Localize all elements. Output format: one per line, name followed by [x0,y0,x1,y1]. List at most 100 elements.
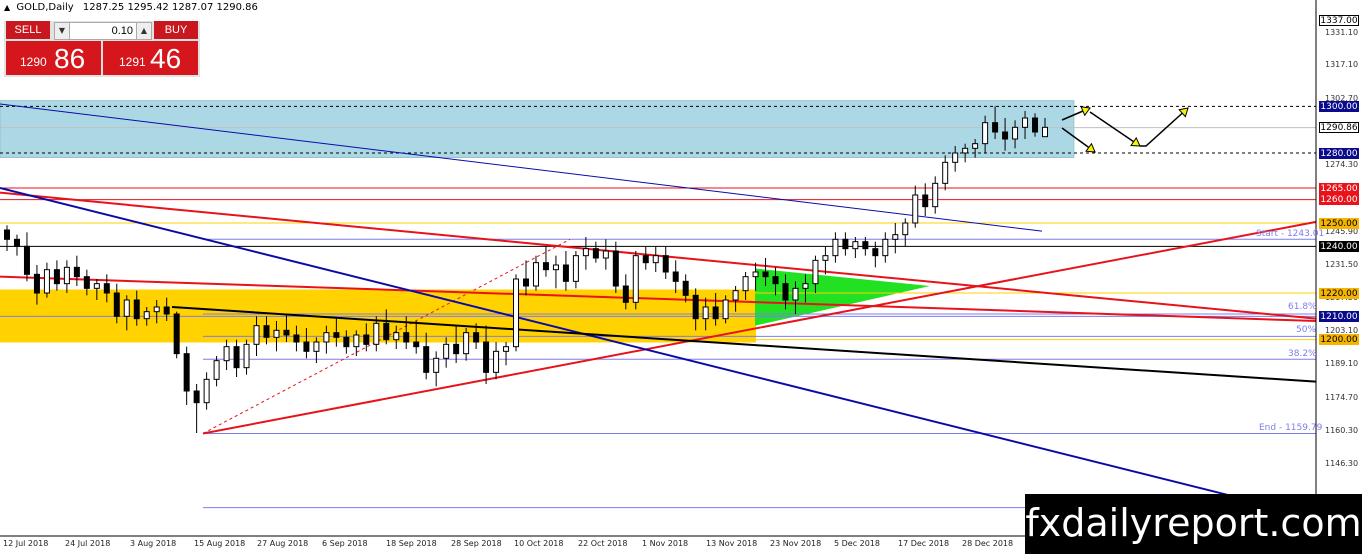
one-click-trading-panel: SELL ▼ 0.10 ▲ BUY 1290 86 1291 46 [4,21,200,77]
candle-body-bearish [53,269,60,285]
price-tag: 1290.86 [1319,122,1359,134]
candle-body-bullish [792,287,799,301]
buy-price-prefix: 1291 [119,55,146,69]
candle-body-bullish [652,255,659,264]
candle-body-bearish [83,276,90,289]
sell-price-prefix: 1290 [20,55,47,69]
candle-body-bearish [363,334,370,345]
price-tag: 1280.00 [1319,147,1359,159]
candle-body-bullish [153,306,160,313]
lot-size-stepper[interactable]: ▼ 0.10 ▲ [54,22,152,40]
time-axis-label: 18 Sep 2018 [386,539,437,548]
price-chart[interactable] [0,0,1362,554]
candle-body-bullish [253,325,260,345]
candle-body-bullish [552,264,559,271]
fib-618-label: 61.8% [1288,302,1317,312]
candle-body-bearish [333,332,340,338]
candle-body-bearish [662,255,669,273]
candle-body-bullish [313,341,320,352]
candle-body-bullish [143,311,150,320]
candle-body-bearish [303,341,310,352]
candle-body-bearish [173,313,180,355]
candle-body-bearish [872,248,879,257]
candle-body-bearish [772,276,779,285]
candle-body-bullish [1012,126,1019,140]
candle-body-bearish [413,341,420,348]
candle-body-bullish [972,143,979,149]
candle-body-bullish [443,343,450,359]
chart-area[interactable] [0,0,1316,536]
candle-body-bullish [43,269,50,294]
candle-body-bearish [193,390,200,404]
candle-body-bearish [453,343,460,355]
candle-body-bullish [503,346,510,352]
candle [632,251,639,310]
fib-end-label: End - 1159.79 [1259,423,1323,433]
candle-body-bullish [942,161,949,184]
candle [722,295,729,324]
candle-body-bearish [1032,117,1039,133]
fib-start-label: Start - 1243.01 [1256,229,1325,239]
candle-body-bullish [952,152,959,163]
candle-body-bullish [812,259,819,285]
price-axis-label: 1274.30 [1325,160,1359,170]
candle-body-bullish [493,350,500,373]
time-axis-label: 13 Nov 2018 [706,539,758,548]
candle-body-bullish [572,255,579,282]
sell-price-button[interactable]: 1290 86 [6,41,101,75]
buy-price-button[interactable]: 1291 46 [103,41,198,75]
candle-body-bullish [93,283,100,289]
time-axis-label: 24 Jul 2018 [65,539,111,548]
candle-body-bearish [622,285,629,303]
candle-body-bullish [822,255,829,261]
candle-body-bearish [403,332,410,343]
candle-body-bullish [1042,126,1048,138]
candle-body-bearish [692,294,699,320]
price-axis-label: 1160.30 [1325,426,1359,436]
price-axis-label: 1146.30 [1325,458,1359,468]
candle-body-bearish [423,346,430,373]
candle-body-bullish [912,194,919,224]
candle-body-bullish [463,332,470,355]
candle-body-bullish [243,343,250,369]
candle-body-bearish [343,336,350,348]
candle-body-bullish [982,122,989,145]
time-axis-label: 3 Aug 2018 [130,539,177,548]
candle-body-bearish [33,273,40,294]
candle-body-bullish [702,306,709,320]
sell-button[interactable]: SELL [6,21,50,39]
candle-body-bearish [612,250,619,287]
candle-body-bearish [712,306,719,320]
candle-body-bullish [203,378,210,404]
candle-body-bullish [433,357,440,373]
time-axis-label: 15 Aug 2018 [194,539,246,548]
price-tag: 1240.00 [1319,240,1359,252]
time-axis-label: 27 Aug 2018 [257,539,309,548]
increase-lot-icon[interactable]: ▲ [136,23,151,39]
candle-body-bullish [1022,117,1029,128]
candle [513,274,520,352]
candle-body-bullish [273,329,280,338]
candle-body-bearish [233,346,240,369]
resistance-zone [0,100,1075,158]
collapse-triangle-icon[interactable]: ▲ [4,3,10,12]
candle-body-bullish [513,278,520,348]
price-axis-label: 1231.50 [1325,260,1359,270]
buy-button[interactable]: BUY [154,21,198,39]
price-tag: 1260.00 [1319,194,1359,206]
candle-body-bearish [293,334,300,343]
candle-body-bullish [393,332,400,341]
fib-382-label: 38.2% [1288,349,1317,359]
candle-body-bearish [992,122,999,133]
decrease-lot-icon[interactable]: ▼ [55,23,70,39]
fib-50-label: 50% [1296,325,1317,335]
time-axis-label: 12 Jul 2018 [3,539,49,548]
candle-body-bearish [483,341,490,373]
candle-body-bullish [802,283,809,289]
price-axis-label: 1317.10 [1325,60,1359,70]
candle-body-bearish [23,245,30,275]
candle-body-bullish [602,250,609,259]
lot-size-input[interactable]: 0.10 [71,23,135,39]
candle-body-bearish [13,238,20,247]
candle-body-bearish [1002,131,1009,140]
